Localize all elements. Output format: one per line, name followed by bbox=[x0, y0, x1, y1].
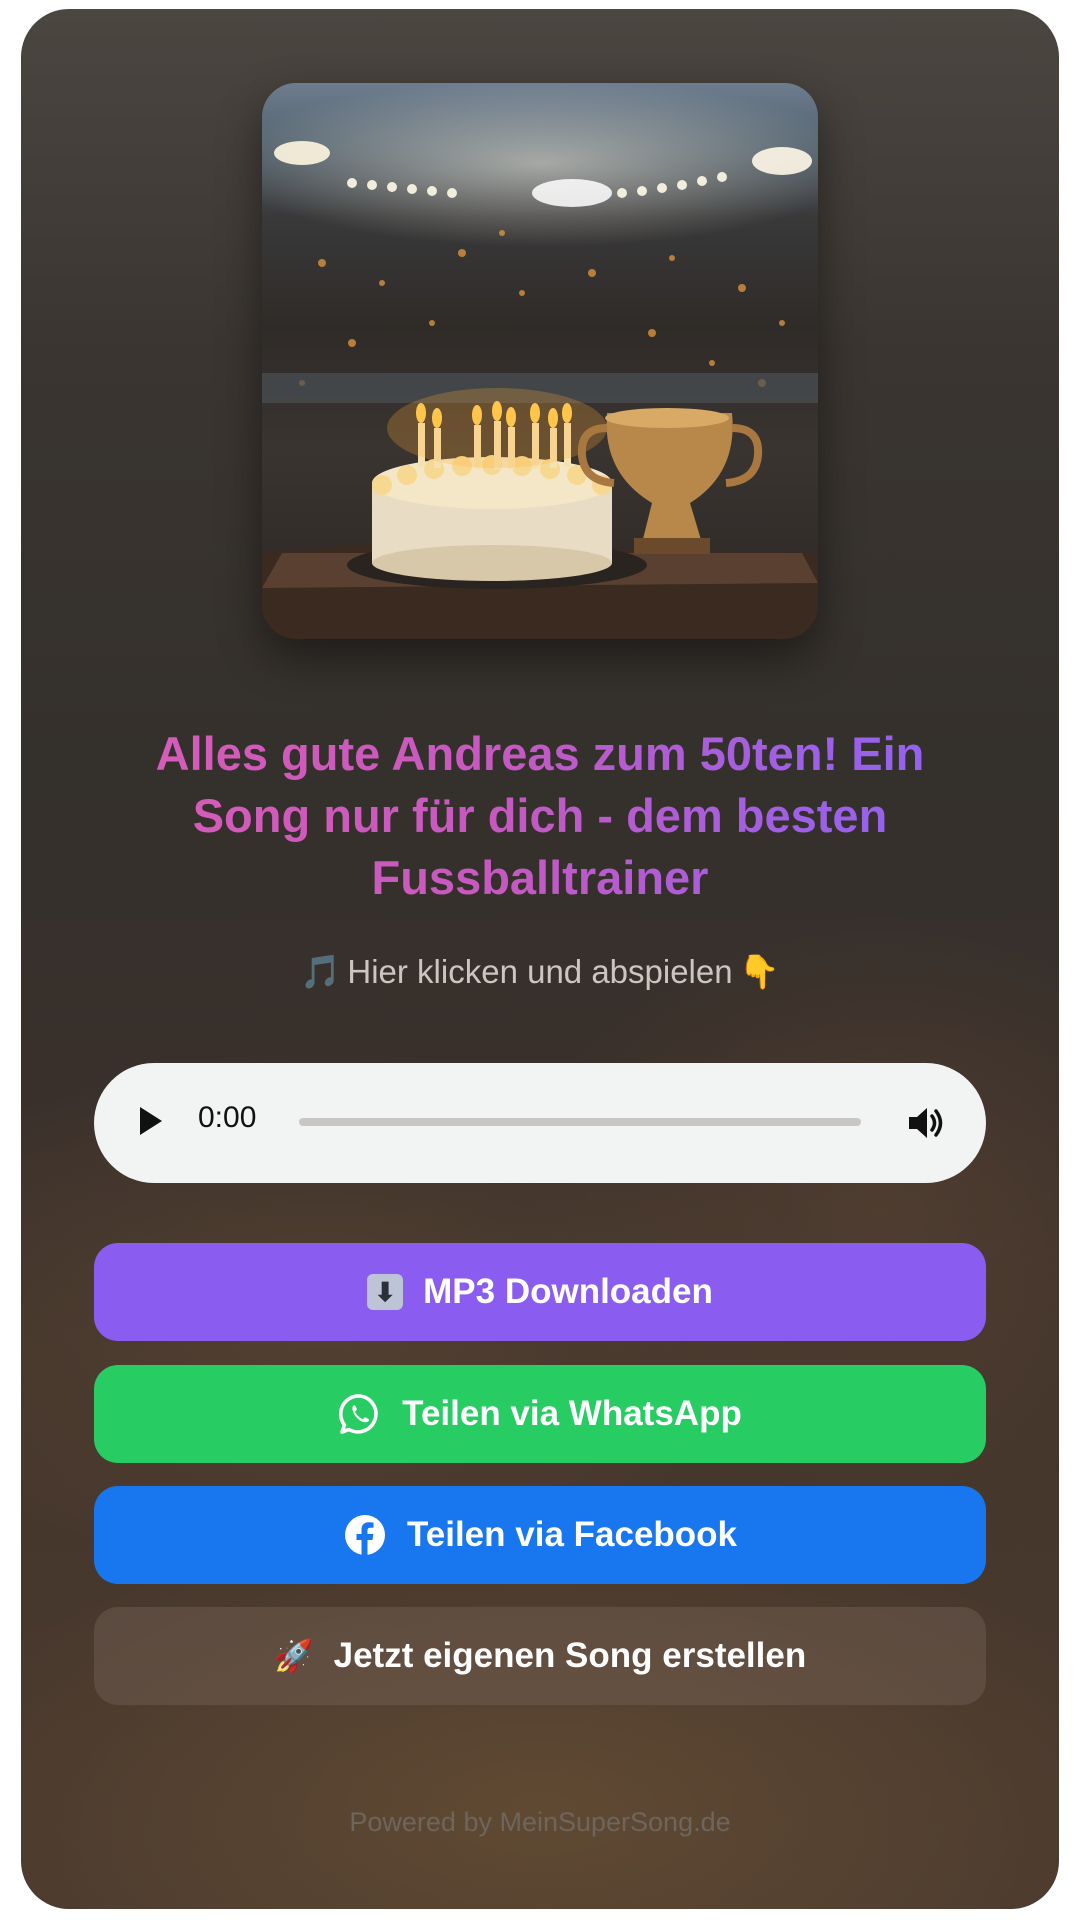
whatsapp-icon bbox=[339, 1394, 378, 1434]
song-card: Alles gute Andreas zum 50ten! Ein Song n… bbox=[21, 9, 1059, 1909]
cover-image bbox=[262, 83, 818, 639]
current-time: 0:00 bbox=[198, 1101, 257, 1134]
share-whatsapp-label: Teilen via WhatsApp bbox=[402, 1394, 742, 1433]
audio-player[interactable]: 0:00 bbox=[94, 1063, 986, 1183]
volume-icon[interactable] bbox=[906, 1105, 946, 1141]
progress-bar[interactable] bbox=[299, 1118, 861, 1126]
create-song-button[interactable]: 🚀 Jetzt eigenen Song erstellen bbox=[94, 1607, 986, 1705]
play-hint-text: Hier klicken und abspielen bbox=[347, 953, 733, 990]
create-song-label: Jetzt eigenen Song erstellen bbox=[333, 1636, 807, 1675]
download-mp3-label: MP3 Downloaden bbox=[423, 1272, 713, 1311]
download-arrow-icon: ⬇ bbox=[367, 1274, 404, 1310]
rocket-icon: 🚀 bbox=[273, 1638, 314, 1674]
pointing-down-icon: 👇 bbox=[738, 953, 780, 990]
music-note-icon: 🎵 bbox=[300, 953, 342, 990]
cake-trophy-illustration bbox=[262, 141, 818, 639]
download-mp3-button[interactable]: ⬇ MP3 Downloaden bbox=[94, 1243, 986, 1341]
facebook-icon bbox=[344, 1515, 385, 1555]
share-whatsapp-button[interactable]: Teilen via WhatsApp bbox=[94, 1365, 986, 1463]
song-title: Alles gute Andreas zum 50ten! Ein Song n… bbox=[101, 723, 979, 909]
share-facebook-label: Teilen via Facebook bbox=[406, 1515, 738, 1554]
powered-by-footer[interactable]: Powered by MeinSuperSong.de bbox=[101, 1807, 979, 1838]
play-icon[interactable] bbox=[140, 1107, 162, 1135]
share-facebook-button[interactable]: Teilen via Facebook bbox=[94, 1486, 986, 1584]
play-hint: 🎵 Hier klicken und abspielen 👇 bbox=[101, 953, 979, 992]
